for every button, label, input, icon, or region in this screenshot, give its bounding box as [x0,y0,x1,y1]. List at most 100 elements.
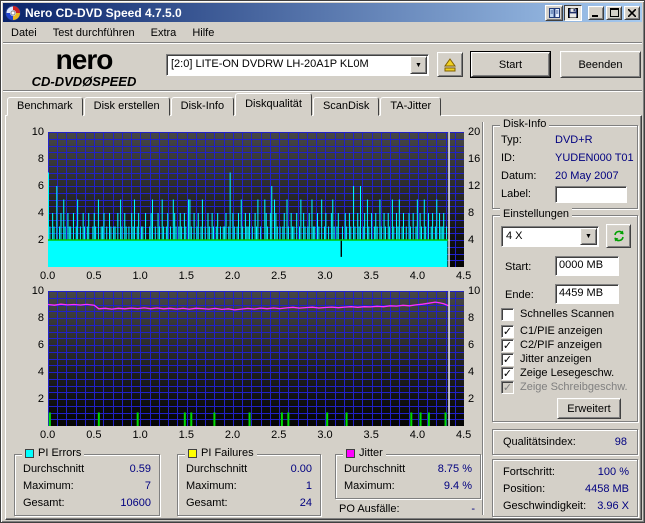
drive-select-value: [2:0] LITE-ON DVDRW LH-20A1P KL0M [171,58,369,70]
tick-label: 8 [37,153,44,165]
speed-label: Geschwindigkeit: [503,500,587,512]
close-icon [628,8,636,17]
tab-benchmark[interactable]: Benchmark [7,97,83,116]
jitter-avg: 8.75 % [437,463,472,475]
c1-pie-label: C1/PIE anzeigen [520,325,603,337]
pif-total: 24 [299,497,312,509]
c2-pif-label: C2/PIF anzeigen [520,339,602,351]
header-separator [3,90,642,92]
end-label: Ende: [505,289,534,301]
quality-index-value: 98 [614,436,627,448]
menu-datei[interactable]: Datei [3,25,45,41]
maximize-icon [609,8,619,17]
start-button[interactable]: Start [470,51,551,78]
po-failures-label: PO Ausfälle: [339,503,400,515]
pif-avg: 0.00 [290,463,312,475]
tick-label: 0.0 [40,429,56,441]
pi-errors-stats: PI Errors Durchschnitt 0.59 Maximum: 7 G… [14,447,160,516]
c1-pie-checkbox[interactable] [501,325,514,338]
tick-label: 0.0 [40,270,56,282]
read-speed-checkbox[interactable] [501,367,514,380]
advanced-button[interactable]: Erweitert [557,398,621,419]
progress-panel: Fortschritt: 100 % Position: 4458 MB Ges… [492,459,638,517]
settings-legend: Einstellungen [500,208,573,220]
nero-logo-wordmark: nero [55,44,114,75]
tick-label: 3.0 [317,429,333,441]
settings-group: Einstellungen 4 X ▼ Start: 0000 MB Ende:… [492,208,638,422]
pi-failures-stats: PI Failures Durchschnitt 0.00 Maximum: 1… [177,447,321,516]
quality-index-panel: Qualitätsindex: 98 [492,429,638,455]
close-button[interactable] [624,5,640,20]
c2-pif-checkbox[interactable] [501,339,514,352]
menu-hilfe[interactable]: Hilfe [184,25,222,41]
datum-value: 20 May 2007 [555,170,619,182]
pi-failures-swatch [188,448,197,458]
start-label: Start: [505,261,532,273]
tick-label: 10 [31,285,44,297]
tab-diskqualitaet[interactable]: Diskqualität [235,93,312,116]
eject-icon [444,57,456,71]
logo-disc-icon: Ø [82,74,93,89]
title-bar[interactable]: Nero CD-DVD Speed 4.7.5.0 [3,3,642,22]
speed-select[interactable]: 4 X ▼ [501,226,599,247]
disk-info-group: Disk-Info Typ: DVD+R ID: YUDEN000 T01 Da… [492,118,638,209]
refresh-button[interactable] [606,224,631,248]
eject-button[interactable] [437,52,463,77]
tick-label: 2.0 [224,429,241,441]
maximize-button[interactable] [606,5,622,20]
drive-select[interactable]: [2:0] LITE-ON DVDRW LH-20A1P KL0M ▼ [166,54,429,76]
menu-bar: Datei Test durchführen Extra Hilfe [3,23,642,42]
minimize-button[interactable] [588,5,604,20]
menu-extra[interactable]: Extra [143,25,185,41]
pi-errors-chart [48,132,465,268]
tab-scandisk[interactable]: ScanDisk [312,97,380,116]
speed-select-value: 4 X [506,230,523,242]
end-input[interactable]: 4459 MB [555,284,619,304]
tick-label: 0.5 [86,270,102,282]
tick-label: 16 [468,153,481,165]
tab-disk-erstellen[interactable]: Disk erstellen [83,97,170,116]
chevron-down-icon[interactable]: ▼ [580,228,597,245]
id-label: ID: [501,152,516,164]
panel-divider [482,122,484,515]
tick-label: 2 [468,393,475,405]
label-label: Label: [501,188,531,200]
tick-label: 1.0 [132,429,148,441]
tick-label: 4.5 [456,270,472,282]
quit-button[interactable]: Beenden [560,51,641,78]
jitter-max: 9.4 % [443,480,472,492]
minimize-icon [592,14,598,17]
start-input[interactable]: 0000 MB [555,256,619,276]
jitter-stats: Jitter Durchschnitt 8.75 % Maximum: 9.4 … [335,447,481,499]
tab-ta-jitter[interactable]: TA-Jitter [380,97,442,116]
tick-label: 4 [37,207,44,219]
tick-label: 4 [468,366,475,378]
app-icon [5,5,21,20]
window-title: Nero CD-DVD Speed 4.7.5.0 [25,5,182,20]
tab-disk-info[interactable]: Disk-Info [170,97,235,116]
fast-scan-label: Schnelles Scannen [520,308,615,320]
tick-label: 3.5 [363,429,379,441]
jitter-checkbox[interactable] [501,353,514,366]
tab-strip: Benchmark Disk erstellen Disk-Info Diskq… [7,93,442,116]
pie-max: 7 [144,480,151,492]
menu-test-durchfuehren[interactable]: Test durchführen [45,25,143,41]
save-button[interactable] [564,4,582,21]
pif-max: 1 [305,480,312,492]
typ-label: Typ: [501,134,522,146]
chevron-down-icon[interactable]: ▼ [410,56,427,74]
tick-label: 20 [468,126,481,138]
pi-errors-legend: PI Errors [38,447,82,459]
id-value: YUDEN000 T01 [555,152,634,164]
read-speed-label: Zeige Lesegeschw. [520,367,615,379]
label-input[interactable] [555,186,627,203]
floppy-disk-icon [568,7,578,18]
tick-label: 0.5 [86,429,102,441]
tick-label: 4 [37,366,44,378]
chart-window-button[interactable] [545,4,563,21]
pie-total: 10600 [120,497,151,509]
position-label: Position: [503,483,546,495]
tick-label: 2 [37,234,44,246]
tick-label: 1.5 [178,270,194,282]
fast-scan-checkbox[interactable] [501,308,514,321]
